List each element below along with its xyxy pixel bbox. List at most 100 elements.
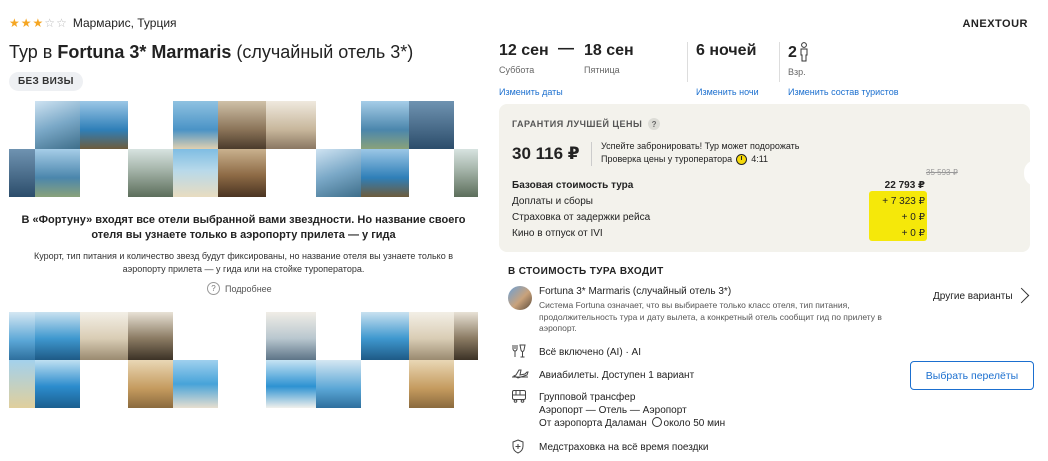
total-price: 30 116 ₽ [512, 144, 580, 163]
timer-value: 4:11 [751, 154, 769, 164]
shield-plus-icon [512, 439, 524, 454]
meal-text: Всё включено (AI) · AI [539, 347, 642, 358]
date-from-value: 12 сен [499, 42, 549, 59]
question-icon[interactable]: ? [648, 118, 661, 130]
star-icon: ★ [9, 16, 20, 30]
star-icon: ☆ [56, 16, 67, 30]
photo-tile [173, 149, 218, 197]
change-tourists-link[interactable]: Изменить состав туристов [788, 87, 898, 97]
photo-tile [9, 312, 35, 360]
transfer-airport: От аэропорта Даламан [539, 418, 647, 429]
photo-tile [218, 101, 266, 149]
star-icon: ★ [20, 16, 32, 30]
photo-tile [218, 149, 266, 197]
photo-tile [266, 360, 316, 408]
photo-tile [409, 101, 454, 149]
price-row: Кино в отпуск от IVI + 0 ₽ [512, 225, 972, 241]
divider [687, 42, 688, 82]
price-row-label: Доплаты и сборы [512, 195, 593, 207]
hotel-description: Система Fortuna означает, что вы выбирае… [539, 300, 882, 333]
divider [779, 42, 780, 82]
photo-tile [9, 360, 35, 408]
nights-value: 6 ночей [696, 42, 757, 59]
photo-collage-bottom[interactable] [9, 312, 478, 408]
nights[interactable]: 6 ночей [696, 42, 756, 60]
photo-tile [80, 360, 128, 408]
flights-text: Авиабилеты. Доступен 1 вариант [539, 370, 695, 381]
ticket-notch [1024, 160, 1036, 186]
date-dash: — [558, 40, 574, 57]
photo-tile [80, 149, 128, 197]
page-title: Тур в Fortuna 3* Marmaris (случайный оте… [9, 42, 413, 63]
location-text: Мармарис, Турция [72, 16, 177, 30]
price-breakdown: Базовая стоимость тура 22 793 ₽ Доплаты … [512, 177, 972, 241]
question-icon: ? [207, 282, 220, 295]
change-nights-link[interactable]: Изменить ночи [696, 87, 759, 97]
price-note: Успейте забронировать! Тур может подорож… [601, 140, 799, 166]
photo-tile [266, 312, 316, 360]
price-row-value: + 0 ₽ [901, 227, 925, 239]
title-prefix: Тур в [9, 42, 58, 62]
insurance-text: Медстраховка на всё время поездки [539, 442, 709, 453]
price-row-value: + 7 323 ₽ [882, 195, 925, 207]
transfer-duration: около 50 мин [663, 418, 726, 429]
photo-tile [409, 360, 454, 408]
other-variants-link[interactable]: Другие варианты [933, 287, 1027, 305]
select-flights-button[interactable]: Выбрать перелёты [910, 361, 1034, 390]
price-row-label: Базовая стоимость тура [512, 179, 634, 191]
photo-tile [35, 149, 80, 197]
photo-collage-top[interactable] [9, 101, 478, 197]
photo-tile [173, 101, 218, 149]
price-row-value: 22 793 ₽ [884, 179, 925, 191]
price-row-value: + 0 ₽ [901, 211, 925, 223]
more-label: Подробнее [225, 283, 272, 294]
photo-tile [361, 101, 409, 149]
more-link[interactable]: ? Подробнее [207, 282, 272, 295]
date-from[interactable]: 12 сен Суббота [499, 42, 549, 75]
transfer-time: От аэропорта Даламан около 50 мин [539, 417, 725, 430]
rating-location: ★ ★ ★ ☆ ☆ Мармарис, Турция [9, 16, 177, 30]
photo-tile [361, 149, 409, 197]
tourists[interactable]: 2 Взр. [788, 42, 809, 77]
photo-tile [128, 312, 173, 360]
photo-tile [80, 312, 128, 360]
price-row-label: Страховка от задержки рейса [512, 211, 651, 223]
guarantee-label: ГАРАНТИЯ ЛУЧШЕЙ ЦЕНЫ ? [512, 118, 661, 130]
clock-icon [651, 417, 662, 427]
transfer-type: Групповой трансфер [539, 392, 636, 403]
photo-tile [173, 360, 218, 408]
photo-tile [266, 101, 316, 149]
photo-tile [361, 360, 409, 408]
price-check-timer: Проверка цены у туроператора 4:11 [601, 153, 768, 166]
photo-tile [316, 360, 361, 408]
photo-tile [454, 312, 478, 360]
transfer-info: Групповой трансфер Аэропорт — Отель — Аэ… [539, 391, 725, 430]
price-row: Доплаты и сборы + 7 323 ₽ [512, 193, 972, 209]
photo-tile [35, 312, 80, 360]
hotel-name: Fortuna 3* Marmaris (случайный отель 3*) [539, 286, 732, 297]
photo-tile [35, 360, 80, 408]
price-note-line1: Успейте забронировать! Тур может подорож… [601, 141, 800, 151]
price-box: ГАРАНТИЯ ЛУЧШЕЙ ЦЕНЫ ? 30 116 ₽ Успейте … [499, 104, 1036, 252]
photo-tile [361, 312, 409, 360]
date-to[interactable]: 18 сен Пятница [584, 42, 634, 75]
other-variants-label: Другие варианты [933, 290, 1013, 302]
photo-tile [454, 149, 478, 197]
visa-badge: БЕЗ ВИЗЫ [9, 72, 83, 91]
clock-icon [736, 154, 748, 165]
title-hotel: Fortuna 3* Marmaris [57, 42, 232, 62]
photo-tile [128, 360, 173, 408]
airplane-icon [512, 369, 529, 379]
title-suffix: (случайный отель 3*) [231, 42, 414, 62]
bus-icon [512, 390, 526, 403]
fortuna-description: Курорт, тип питания и количество звезд б… [33, 251, 454, 274]
transfer-route: Аэропорт — Отель — Аэропорт [539, 405, 687, 416]
tourists-label: Взр. [788, 67, 806, 77]
date-to-value: 18 сен [584, 42, 634, 59]
chevron-right-icon [1019, 287, 1027, 305]
change-dates-link[interactable]: Изменить даты [499, 87, 563, 97]
person-icon [800, 42, 808, 62]
photo-tile [9, 149, 35, 197]
date-to-day: Пятница [584, 65, 620, 75]
date-from-day: Суббота [499, 65, 535, 75]
